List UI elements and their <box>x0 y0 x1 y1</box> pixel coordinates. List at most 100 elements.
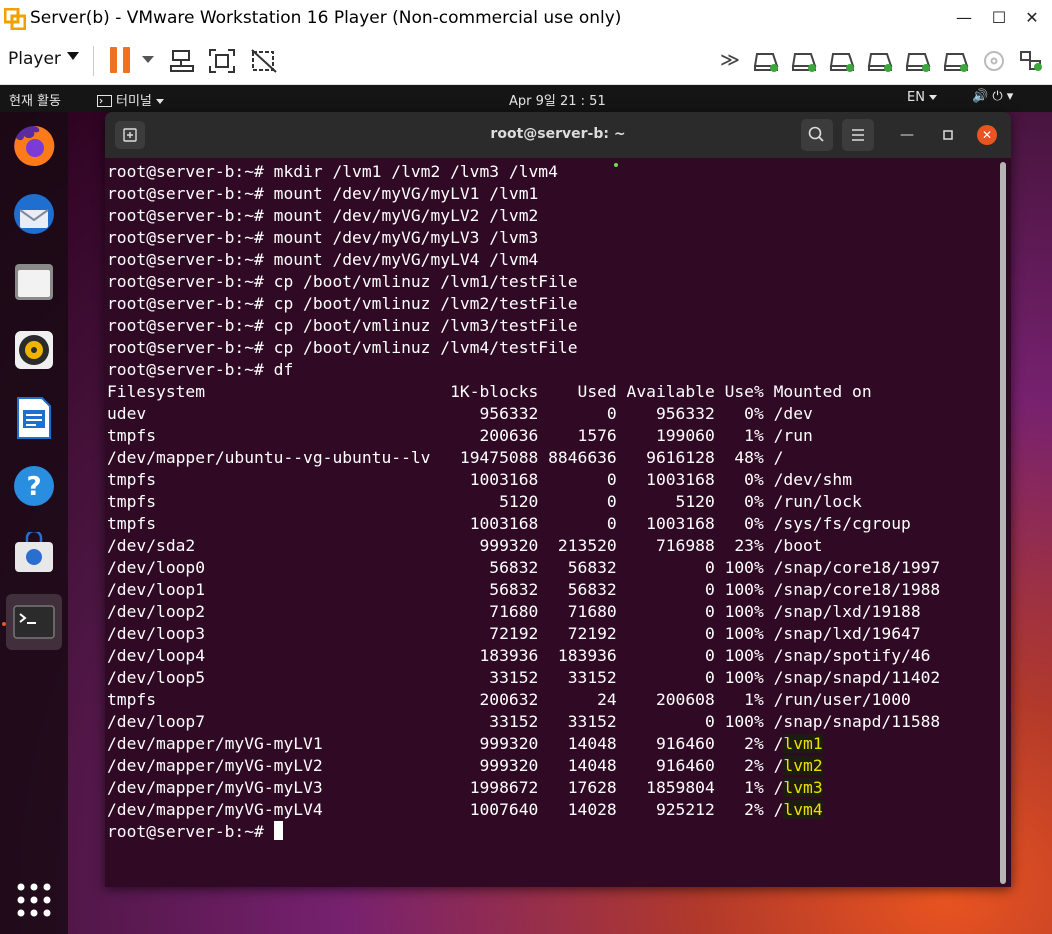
dock-item-writer[interactable] <box>6 390 62 446</box>
dock-item-files[interactable] <box>6 254 62 310</box>
dock-item-help[interactable]: ? <box>6 458 62 514</box>
command-text: mount /dev/myVG/myLV2 /lvm2 <box>273 206 539 225</box>
pause-icon[interactable] <box>110 47 132 73</box>
df-available: Available <box>616 382 715 401</box>
hamburger-icon <box>852 129 864 141</box>
df-mounted-on: /snap/lxd/19647 <box>773 624 921 643</box>
df-used: 0 <box>538 492 617 511</box>
df-filesystem: Filesystem <box>107 382 441 401</box>
df-filesystem: /dev/loop4 <box>107 646 441 665</box>
unity-mode-icon[interactable] <box>250 48 278 74</box>
df-blocks: 956332 <box>440 404 539 423</box>
fullscreen-icon[interactable] <box>208 48 236 74</box>
df-mounted-on: /snap/spotify/46 <box>773 646 931 665</box>
prompt: root@server-b:~# <box>107 272 274 291</box>
df-row: /dev/loop2 71680 71680 0 100% /snap/lxd/… <box>107 601 997 623</box>
close-button[interactable]: ✕ <box>1016 6 1048 30</box>
df-filesystem: /dev/loop1 <box>107 580 441 599</box>
df-used: 0 <box>538 470 617 489</box>
hard-disk-icon[interactable] <box>791 50 817 72</box>
hard-disk-icon[interactable] <box>829 50 855 72</box>
activities-button[interactable]: 현재 활동 <box>9 90 61 109</box>
df-blocks: 1003168 <box>440 514 539 533</box>
scrollbar[interactable] <box>1000 162 1006 884</box>
df-blocks: 33152 <box>440 668 539 687</box>
dock-item-terminal[interactable] <box>6 594 62 650</box>
df-use-percent: 100% <box>714 624 764 643</box>
df-row: /dev/mapper/myVG-myLV1 999320 14048 9164… <box>107 733 997 755</box>
fast-forward-icon[interactable]: ≫ <box>720 49 740 71</box>
terminal-window: root@server-b: ~ — ✕ root@server-b:~# mk… <box>105 112 1011 887</box>
df-use-percent: 1% <box>714 778 764 797</box>
terminal-maximize-button[interactable] <box>938 125 958 145</box>
minimize-button[interactable]: — <box>948 6 980 30</box>
dock-item-software[interactable] <box>6 526 62 582</box>
df-row: /dev/loop4 183936 183936 0 100% /snap/sp… <box>107 645 997 667</box>
terminal-output[interactable]: root@server-b:~# mkdir /lvm1 /lvm2 /lvm3… <box>107 158 997 887</box>
df-use-percent: 23% <box>714 536 764 555</box>
dock-item-rhythmbox[interactable] <box>6 322 62 378</box>
df-blocks: 5120 <box>440 492 539 511</box>
df-filesystem: /dev/mapper/myVG-myLV3 <box>107 778 441 797</box>
prompt: root@server-b:~# <box>107 184 274 203</box>
df-used: 14048 <box>538 756 617 775</box>
chevron-down-icon[interactable] <box>67 52 79 60</box>
chevron-down-icon[interactable] <box>142 56 154 63</box>
input-language-menu[interactable]: EN <box>907 90 937 105</box>
maximize-button[interactable]: ☐ <box>983 6 1015 30</box>
df-used: 1576 <box>538 426 617 445</box>
df-mounted-on: /boot <box>773 536 823 555</box>
df-available: 200608 <box>616 690 715 709</box>
df-available: 1003168 <box>616 470 715 489</box>
hard-disk-icon[interactable] <box>867 50 893 72</box>
terminal-app-menu[interactable]: 터미널 <box>97 90 164 109</box>
thunderbird-icon <box>14 194 54 234</box>
df-mounted-on: lvm3 <box>783 778 823 797</box>
hard-disk-icon[interactable] <box>943 50 969 72</box>
chevron-down-icon <box>155 99 164 104</box>
search-button[interactable] <box>801 119 833 151</box>
svg-text:?: ? <box>26 472 41 502</box>
df-blocks: 200632 <box>440 690 539 709</box>
df-use-percent: 2% <box>714 800 764 819</box>
network-adapter-icon[interactable] <box>1018 50 1044 72</box>
df-blocks: 200636 <box>440 426 539 445</box>
df-row: udev 956332 0 956332 0% /dev <box>107 403 997 425</box>
player-menu-button[interactable]: Player <box>8 49 61 69</box>
hamburger-menu-button[interactable] <box>842 119 874 151</box>
df-filesystem: tmpfs <box>107 690 441 709</box>
terminal-close-button[interactable]: ✕ <box>977 125 997 145</box>
dock-item-firefox[interactable] <box>6 118 62 174</box>
df-mounted-on: /snap/core18/1988 <box>773 580 941 599</box>
network-send-icon[interactable] <box>168 48 196 74</box>
df-use-percent: 100% <box>714 580 764 599</box>
command-line: root@server-b:~# cp /boot/vmlinuz /lvm3/… <box>107 315 997 337</box>
df-blocks: 19475088 <box>440 448 539 467</box>
df-row: /dev/sda2 999320 213520 716988 23% /boot <box>107 535 997 557</box>
hard-disk-icon[interactable] <box>753 50 779 72</box>
clock[interactable]: Apr 9일 21 : 51 <box>509 90 606 109</box>
terminal-minimize-button[interactable]: — <box>897 125 917 145</box>
vmware-toolbar: Player ≫ <box>0 38 1052 85</box>
df-used: 33152 <box>538 668 617 687</box>
system-menu[interactable]: 🔊 ⏻ ▾ <box>972 89 1013 104</box>
df-mounted-on: lvm2 <box>783 756 823 775</box>
hard-disk-icon[interactable] <box>905 50 931 72</box>
dock-item-thunderbird[interactable] <box>6 186 62 242</box>
df-row: tmpfs 5120 0 5120 0% /run/lock <box>107 491 997 513</box>
df-filesystem: tmpfs <box>107 514 441 533</box>
cd-dvd-icon[interactable] <box>982 50 1008 72</box>
df-used: 33152 <box>538 712 617 731</box>
language-label: EN <box>907 90 925 105</box>
dock: ? <box>0 112 68 934</box>
df-used: Used <box>538 382 617 401</box>
dock-item-show-apps[interactable] <box>6 872 62 928</box>
df-available: 0 <box>616 668 715 687</box>
text-cursor <box>273 821 283 840</box>
df-use-percent: 0% <box>714 514 764 533</box>
libreoffice-writer-icon <box>17 397 51 439</box>
